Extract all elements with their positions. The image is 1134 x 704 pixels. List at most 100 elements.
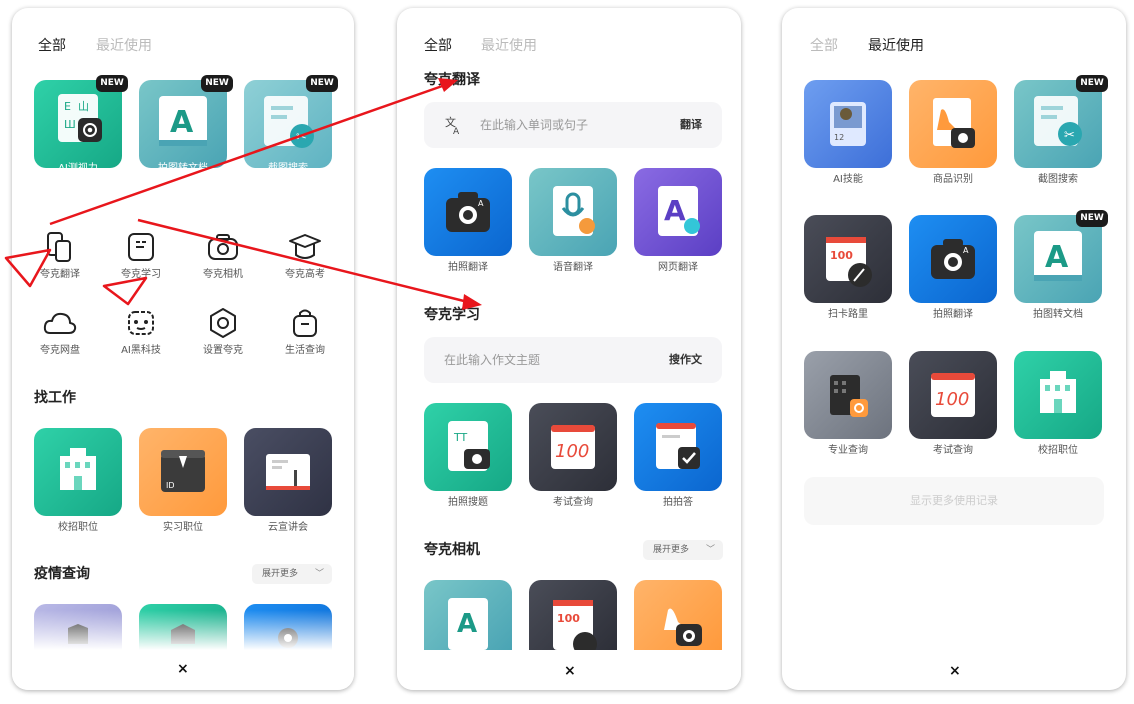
svg-text:A: A: [664, 194, 686, 227]
expand-more-button[interactable]: 展开更多 ﹀: [252, 564, 332, 584]
web-translate-icon: A: [658, 186, 700, 236]
card-camera-calorie[interactable]: 100: [529, 580, 617, 650]
new-badge: NEW: [201, 75, 233, 92]
scroll-fade: [12, 610, 354, 650]
tab-recent[interactable]: 最近使用: [481, 36, 537, 56]
svg-text:A: A: [1045, 240, 1069, 275]
card-label: 截图搜索: [268, 163, 308, 174]
card-exam-query[interactable]: 100: [529, 403, 617, 491]
card-internship-jobs[interactable]: ID: [139, 428, 227, 516]
expand-more-label: 展开更多: [262, 569, 299, 579]
svg-text:100: 100: [830, 249, 853, 262]
translate-button[interactable]: 翻译: [680, 102, 702, 148]
camera-icon[interactable]: [205, 229, 241, 265]
bag-icon[interactable]: [287, 305, 323, 341]
card-label: 校招职位: [1038, 445, 1078, 456]
close-icon[interactable]: ×: [177, 661, 189, 677]
svg-text:山: 山: [78, 100, 89, 113]
translate-icon[interactable]: [42, 229, 78, 265]
card-voice-translate[interactable]: [529, 168, 617, 256]
card-label: 商品识别: [933, 174, 973, 185]
svg-text:✂: ✂: [1064, 128, 1075, 143]
tab-all[interactable]: 全部: [810, 36, 838, 56]
campus-icon: [1040, 371, 1076, 413]
svg-text:100: 100: [557, 612, 580, 625]
tab-recent[interactable]: 最近使用: [868, 36, 924, 56]
card-camera-product[interactable]: [634, 580, 722, 650]
card-label: 拍图转文档: [158, 163, 208, 174]
card-exam-query[interactable]: 100: [909, 351, 997, 439]
section-title-learn: 夸克学习: [424, 307, 480, 323]
card-camera-doc[interactable]: A: [424, 580, 512, 650]
svg-text:100: 100: [935, 389, 969, 410]
card-check-answer[interactable]: [634, 403, 722, 491]
settings-icon[interactable]: [205, 305, 241, 341]
card-screenshot-search[interactable]: ✂: [1014, 80, 1102, 168]
translate-icon: 文 A: [445, 115, 460, 136]
close-icon[interactable]: ×: [949, 663, 961, 679]
card-label: 考试查询: [933, 445, 973, 456]
tab-recent[interactable]: 最近使用: [96, 36, 152, 56]
show-more-history-button[interactable]: 显示更多使用记录: [804, 477, 1104, 525]
photo-search-question-icon: TT: [448, 421, 490, 471]
card-campus-jobs[interactable]: [34, 428, 122, 516]
card-ai-eye-test[interactable]: E 山 Ш AI测视力: [34, 80, 122, 174]
svg-text:100: 100: [555, 441, 589, 462]
card-major-query[interactable]: [804, 351, 892, 439]
card-photo-to-doc[interactable]: A: [1014, 215, 1102, 303]
card-label: 考试查询: [553, 497, 593, 508]
tool-label: 生活查询: [285, 345, 325, 356]
campus-icon: [60, 448, 96, 490]
exam-query-icon: 100: [551, 425, 595, 469]
section-title-epidemic: 疫情查询: [34, 566, 90, 582]
card-web-translate[interactable]: A: [634, 168, 722, 256]
card-camera-translate[interactable]: A: [424, 168, 512, 256]
tab-all[interactable]: 全部: [38, 36, 66, 56]
tab-all[interactable]: 全部: [424, 36, 452, 56]
eye-test-icon: E 山 Ш: [58, 94, 102, 142]
card-label: AI技能: [833, 174, 863, 185]
card-screenshot-search[interactable]: ✂ 截图搜索: [244, 80, 332, 174]
learn-icon[interactable]: [123, 229, 159, 265]
screenshot-stage: 全部 最近使用 E 山 Ш AI测视力 NEW A 拍图转文档 NEW ✂ 截图…: [0, 0, 1134, 704]
card-label: 校招职位: [58, 522, 98, 533]
section-title-translate: 夸克翻译: [424, 72, 480, 88]
card-photo-search-question[interactable]: TT: [424, 403, 512, 491]
card-campus-jobs[interactable]: [1014, 351, 1102, 439]
expand-more-button[interactable]: 展开更多 ﹀: [643, 540, 723, 560]
card-ai-skill[interactable]: 12: [804, 80, 892, 168]
svg-text:ID: ID: [166, 481, 175, 490]
graduation-cap-icon[interactable]: [287, 229, 323, 265]
card-camera-translate[interactable]: A: [909, 215, 997, 303]
card-label: 拍图转文档: [1033, 309, 1083, 320]
close-icon[interactable]: ×: [564, 663, 576, 679]
card-product-recognition[interactable]: [909, 80, 997, 168]
card-label: 拍照翻译: [933, 309, 973, 320]
card-label: 扫卡路里: [828, 309, 868, 320]
product-recognition-icon: [933, 98, 975, 148]
new-badge: NEW: [96, 75, 128, 92]
camera-translate-icon: A: [931, 239, 975, 279]
essay-placeholder: 在此输入作文主题: [444, 353, 541, 367]
translate-placeholder: 在此输入单词或句子: [480, 118, 589, 132]
calorie-icon: 100: [826, 237, 872, 287]
card-cloud-seminar[interactable]: [244, 428, 332, 516]
card-label: 截图搜索: [1038, 174, 1078, 185]
cloud-drive-icon[interactable]: [42, 305, 78, 341]
product-recognition-icon: [664, 608, 702, 646]
section-title-jobs: 找工作: [34, 390, 76, 406]
card-label: 语音翻译: [553, 262, 593, 273]
essay-topic-input[interactable]: 在此输入作文主题 搜作文: [424, 337, 722, 383]
exam-query-icon: 100: [931, 373, 975, 417]
svg-text:✂: ✂: [296, 130, 307, 145]
card-label: 拍照搜题: [448, 497, 488, 508]
robot-icon[interactable]: [123, 305, 159, 341]
screenshot-search-icon: ✂: [1034, 96, 1082, 146]
major-query-icon: [830, 375, 868, 417]
translate-input[interactable]: 文 A 在此输入单词或句子 翻译: [424, 102, 722, 148]
card-photo-to-doc[interactable]: A 拍图转文档: [139, 80, 227, 174]
panel-recently-used: 全部 最近使用 12 AI技能 商品识别 ✂ NEW 截图搜索 100 扫卡路里…: [782, 8, 1126, 690]
tab-bar: 全部 最近使用: [782, 36, 1126, 56]
card-calorie[interactable]: 100: [804, 215, 892, 303]
search-essay-button[interactable]: 搜作文: [669, 337, 702, 383]
